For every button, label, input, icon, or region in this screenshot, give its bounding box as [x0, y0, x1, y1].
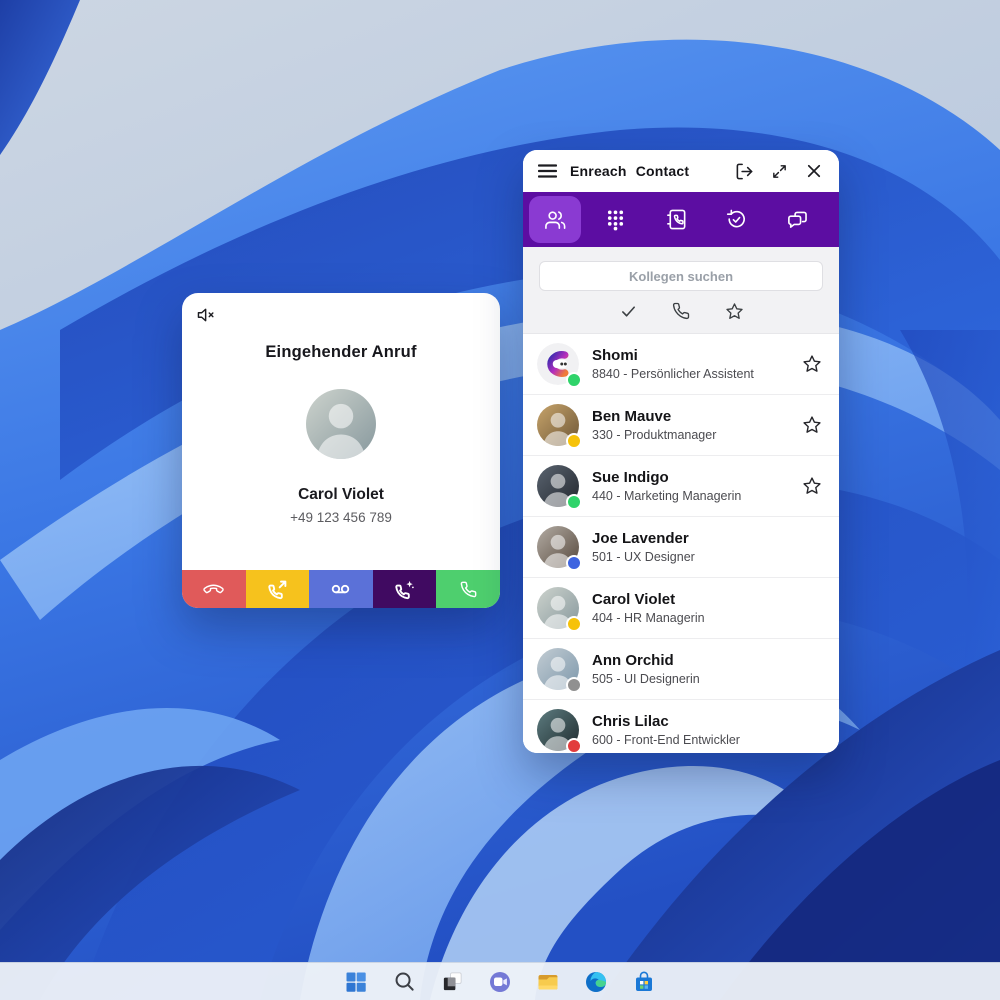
contact-row-ben-mauve[interactable]: Ben Mauve 330 - Produktmanager	[523, 395, 839, 456]
caller-avatar	[306, 389, 376, 459]
status-dot	[566, 616, 582, 632]
contact-detail: 404 - HR Managerin	[592, 611, 705, 625]
availability-filter-button[interactable]	[617, 300, 639, 322]
call-action-bar	[182, 570, 500, 608]
history-check-icon	[725, 208, 748, 231]
main-nav	[523, 192, 839, 247]
favorite-star-icon[interactable]	[802, 354, 822, 374]
search-section	[523, 247, 839, 334]
phone-forward-icon	[267, 579, 288, 600]
transfer-call-button[interactable]	[246, 570, 310, 608]
status-dot	[566, 555, 582, 571]
window-title: Enreach Contact	[570, 163, 689, 179]
phone-sparkle-icon	[394, 579, 415, 600]
phone-hangup-icon	[203, 579, 224, 600]
enreach-contact-window: Enreach Contact	[523, 150, 839, 753]
check-icon	[620, 303, 637, 320]
contact-name: Ben Mauve	[592, 408, 716, 425]
phonebook-icon	[665, 208, 688, 231]
close-button[interactable]	[804, 161, 824, 181]
contact-name: Joe Lavender	[592, 530, 695, 547]
contact-detail: 505 - UI Designerin	[592, 672, 700, 686]
contact-name: Carol Violet	[592, 591, 705, 608]
voicemail-icon	[330, 579, 351, 600]
contact-detail: 330 - Produktmanager	[592, 428, 716, 442]
expand-icon	[771, 163, 788, 180]
search-input[interactable]	[539, 261, 823, 291]
contact-list: Shomi 8840 - Persönlicher Assistent Ben …	[523, 334, 839, 753]
incoming-call-popup: Eingehender Anruf Carol Violet +49 123 4…	[182, 293, 500, 608]
close-icon	[805, 162, 823, 180]
search-icon	[393, 970, 416, 993]
caller-number: +49 123 456 789	[182, 510, 500, 525]
favorites-filter-button[interactable]	[723, 300, 745, 322]
chat-windows-icon	[786, 208, 809, 231]
contact-detail: 440 - Marketing Managerin	[592, 489, 741, 503]
file-explorer-button[interactable]	[535, 968, 562, 995]
logout-icon	[735, 162, 754, 181]
speaker-muted-icon[interactable]	[196, 306, 218, 324]
task-view-icon	[441, 970, 464, 993]
contact-name: Ann Orchid	[592, 652, 700, 669]
contact-row-carol-violet[interactable]: Carol Violet 404 - HR Managerin	[523, 578, 839, 639]
contact-name: Shomi	[592, 347, 754, 364]
nav-phonebook[interactable]	[650, 196, 702, 243]
expand-button[interactable]	[769, 161, 789, 181]
menu-icon[interactable]	[538, 164, 557, 178]
start-button[interactable]	[343, 968, 370, 995]
nav-dialpad[interactable]	[590, 196, 642, 243]
answer-call-button[interactable]	[436, 570, 500, 608]
filter-bar	[539, 291, 823, 329]
edge-button[interactable]	[583, 968, 610, 995]
phone-answer-icon	[458, 579, 479, 600]
status-dot	[566, 433, 582, 449]
teams-chat-icon	[488, 970, 512, 994]
window-header: Enreach Contact	[523, 150, 839, 192]
file-explorer-icon	[536, 970, 560, 994]
contact-name: Sue Indigo	[592, 469, 741, 486]
edge-icon	[584, 970, 608, 994]
voicemail-button[interactable]	[309, 570, 373, 608]
phone-icon	[672, 302, 690, 320]
caller-name: Carol Violet	[182, 486, 500, 504]
nav-conversations[interactable]	[771, 196, 823, 243]
phone-filter-button[interactable]	[670, 300, 692, 322]
logout-button[interactable]	[734, 161, 754, 181]
windows-bloom-wallpaper	[0, 0, 1000, 1000]
decline-call-button[interactable]	[182, 570, 246, 608]
contact-row-joe-lavender[interactable]: Joe Lavender 501 - UX Designer	[523, 517, 839, 578]
status-dot	[566, 372, 582, 388]
search-button[interactable]	[391, 968, 418, 995]
desktop: Eingehender Anruf Carol Violet +49 123 4…	[0, 0, 1000, 1000]
teams-chat-button[interactable]	[487, 968, 514, 995]
contact-row-ann-orchid[interactable]: Ann Orchid 505 - UI Designerin	[523, 639, 839, 700]
assistant-call-button[interactable]	[373, 570, 437, 608]
status-dot	[566, 494, 582, 510]
dialpad-icon	[604, 208, 627, 231]
nav-contacts[interactable]	[529, 196, 581, 243]
contact-row-chris-lilac[interactable]: Chris Lilac 600 - Front-End Entwickler	[523, 700, 839, 753]
task-view-button[interactable]	[439, 968, 466, 995]
windows-start-icon	[344, 970, 368, 994]
status-dot	[566, 677, 582, 693]
status-dot	[566, 738, 582, 753]
microsoft-store-icon	[632, 970, 656, 994]
star-icon	[725, 302, 744, 321]
contact-name: Chris Lilac	[592, 713, 740, 730]
call-title: Eingehender Anruf	[182, 293, 500, 362]
taskbar	[0, 962, 1000, 1000]
microsoft-store-button[interactable]	[631, 968, 658, 995]
users-icon	[544, 208, 567, 231]
contact-row-sue-indigo[interactable]: Sue Indigo 440 - Marketing Managerin	[523, 456, 839, 517]
nav-history[interactable]	[711, 196, 763, 243]
contact-detail: 600 - Front-End Entwickler	[592, 733, 740, 747]
favorite-star-icon[interactable]	[802, 415, 822, 435]
favorite-star-icon[interactable]	[802, 476, 822, 496]
contact-detail: 8840 - Persönlicher Assistent	[592, 367, 754, 381]
contact-detail: 501 - UX Designer	[592, 550, 695, 564]
contact-row-shomi[interactable]: Shomi 8840 - Persönlicher Assistent	[523, 334, 839, 395]
